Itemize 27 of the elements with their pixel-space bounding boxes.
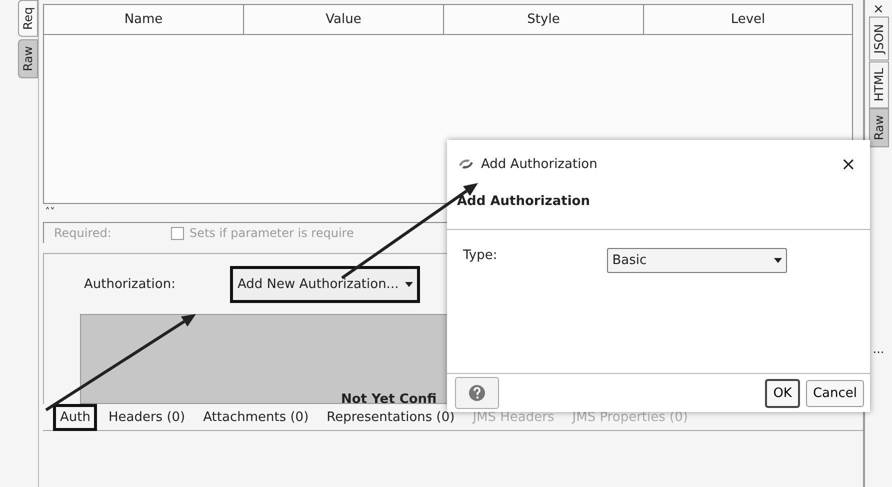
sort-arrows[interactable]: ˄˅ — [45, 207, 55, 218]
type-label: Type: — [463, 248, 498, 263]
tab[interactable]: Auth — [53, 404, 98, 430]
app-logo-icon — [457, 157, 475, 171]
authorization-label: Authorization: — [84, 276, 176, 292]
help-button[interactable] — [455, 377, 499, 409]
more-button[interactable]: ... — [872, 342, 884, 356]
help-icon — [468, 384, 486, 402]
column-header[interactable]: Name — [44, 5, 244, 34]
side-tab[interactable]: Raw — [868, 108, 888, 148]
required-label: Required: — [54, 226, 112, 240]
side-tab[interactable]: JSON — [868, 17, 888, 61]
cancel-button[interactable]: Cancel — [806, 380, 864, 406]
side-tab[interactable]: Req — [18, 0, 38, 37]
close-icon[interactable]: × — [873, 2, 884, 17]
authorization-dropdown[interactable]: Add New Authorization... — [230, 266, 420, 302]
side-tab[interactable]: HTML — [868, 60, 888, 108]
close-icon[interactable]: × — [840, 154, 856, 174]
column-header[interactable]: Level — [644, 5, 852, 34]
type-dropdown[interactable]: Basic — [607, 248, 788, 273]
ok-button[interactable]: OK — [765, 378, 800, 408]
side-tab[interactable]: Raw — [18, 38, 38, 78]
tab[interactable]: Attachments (0) — [196, 404, 316, 430]
column-header[interactable]: Value — [244, 5, 444, 34]
dialog-title: Add Authorization — [481, 156, 598, 172]
tab[interactable]: Headers (0) — [101, 404, 192, 430]
column-header[interactable]: Style — [444, 5, 644, 34]
